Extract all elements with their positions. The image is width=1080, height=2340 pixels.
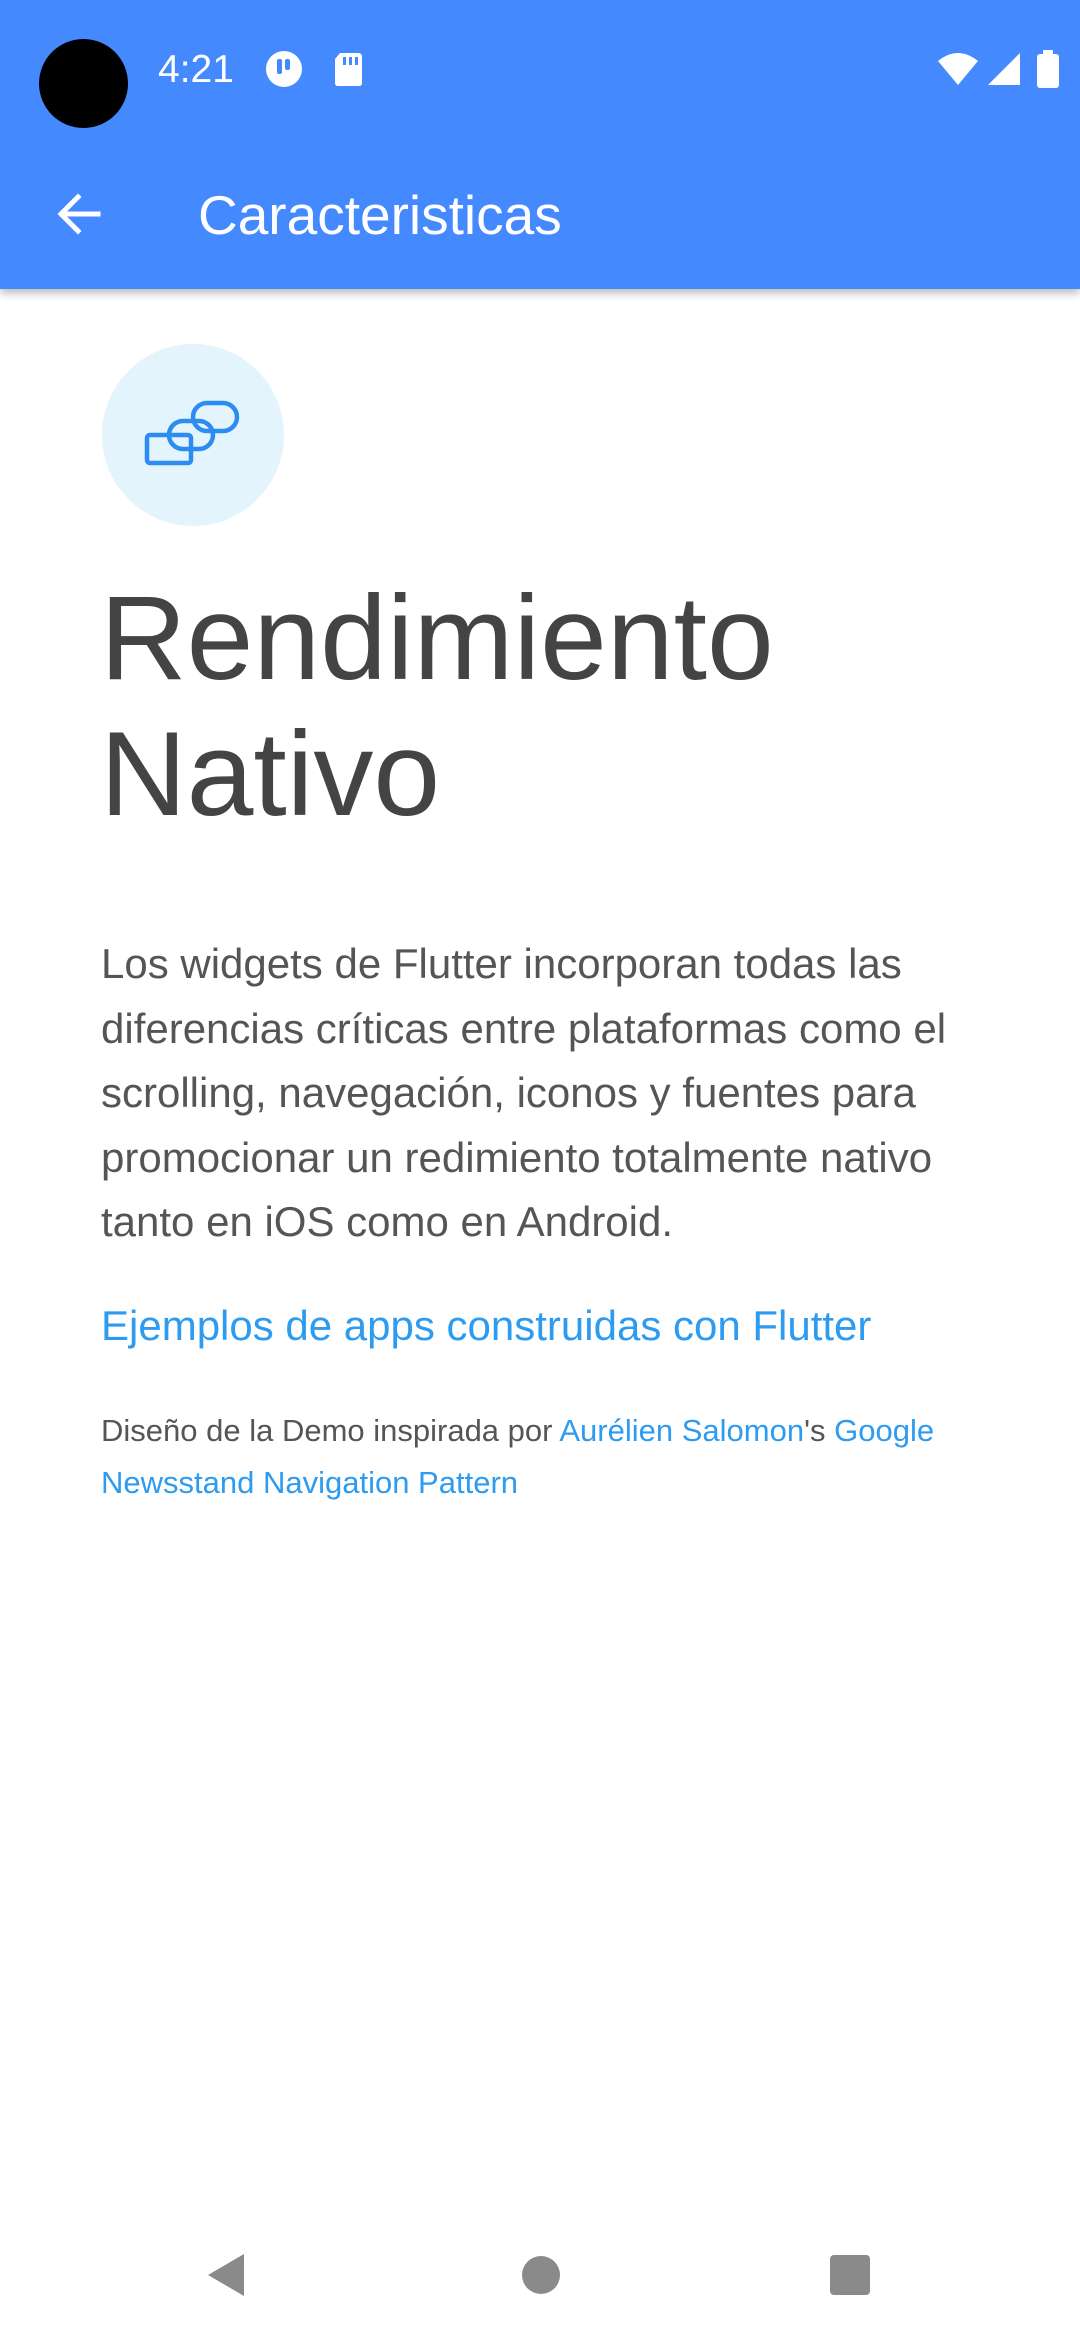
app-bar-title: Caracteristicas [198,184,562,246]
camera-cutout [39,39,128,128]
nav-home-button[interactable] [511,2247,571,2307]
credits-prefix: Diseño de la Demo inspirada por [101,1413,560,1448]
nav-back-button[interactable] [196,2247,256,2307]
arrow-back-icon [53,189,103,244]
home-circle-icon [520,2254,562,2301]
back-button[interactable] [42,180,114,252]
nav-recents-button[interactable] [820,2247,880,2307]
feature-description: Los widgets de Flutter incorporan todas … [101,940,947,1245]
feature-title: Rendimiento Nativo [100,570,1000,842]
credits-possessive: 's [804,1413,835,1448]
examples-link[interactable]: Ejemplos de apps construidas con Flutter [101,1298,871,1354]
top-app-header: 4:21 Caracteristicas [0,0,1080,289]
notification-app-icon [264,49,304,89]
credits-text: Diseño de la Demo inspirada por Aurélien… [101,1405,1001,1509]
back-triangle-icon [204,2252,248,2303]
wifi-icon [936,49,980,89]
sd-card-icon [328,49,368,89]
author-link[interactable]: Aurélien Salomon [559,1413,804,1448]
status-time: 4:21 [158,48,234,91]
recents-square-icon [829,2254,871,2301]
cell-signal-icon [984,49,1024,89]
feature-title-line2: Nativo [100,707,441,841]
battery-icon [1034,49,1062,89]
windows-stack-icon [143,397,243,474]
feature-icon-container [102,344,284,526]
screen: 4:21 Caracteristicas Rendimiento Nativo … [0,0,1080,2340]
feature-title-line1: Rendimiento [100,571,774,705]
